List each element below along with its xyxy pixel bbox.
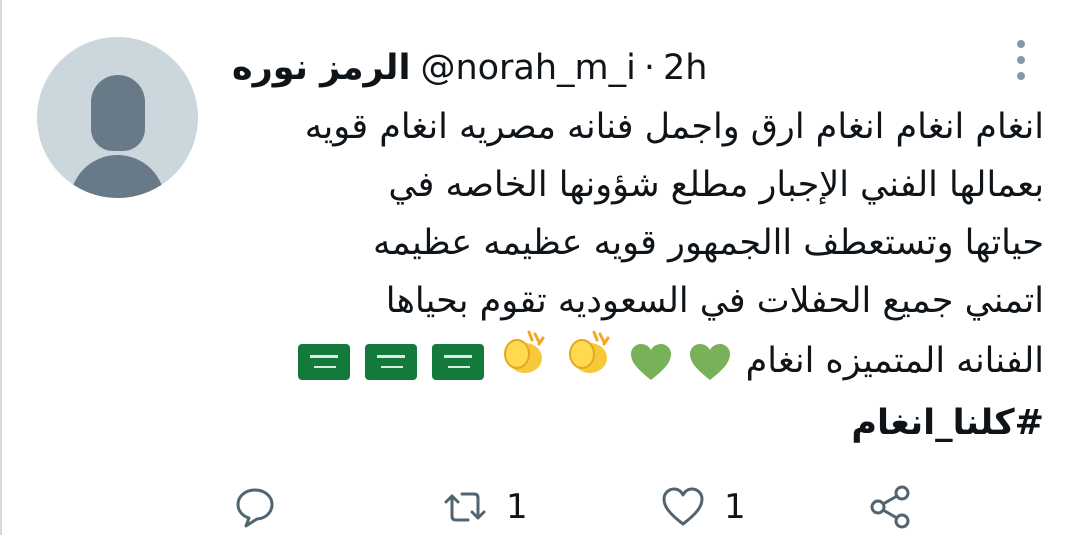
- reply-icon: [236, 488, 274, 528]
- hashtag-link[interactable]: #كلنا_انغام: [851, 403, 1044, 443]
- green-heart-icon: [629, 342, 673, 382]
- green-heart-icon: [688, 342, 732, 382]
- more-dot: [1017, 72, 1025, 80]
- hashtag-line: #كلنا_انغام: [232, 394, 1044, 452]
- tweet-line: اتمني جميع الحفلات في السعوديه تقوم بحيا…: [385, 281, 1044, 321]
- tweet-line-with-emojis: الفنانه المتميزه انغام: [232, 330, 1044, 394]
- more-options-icon[interactable]: [1010, 40, 1032, 80]
- tweet-line: انغام انغام انغام ارق واجمل فنانه مصريه …: [304, 107, 1044, 147]
- avatar[interactable]: [37, 37, 198, 198]
- retweet-count: 1: [506, 487, 528, 527]
- retweet-button[interactable]: 1: [442, 484, 528, 530]
- user-handle[interactable]: @norah_m_i: [420, 48, 635, 88]
- reply-button[interactable]: [232, 484, 296, 530]
- like-button[interactable]: 1: [660, 484, 746, 530]
- timestamp[interactable]: 2h: [663, 48, 707, 88]
- left-border: [0, 0, 2, 535]
- more-dot: [1017, 56, 1025, 64]
- saudi-flag-icon: [431, 344, 484, 380]
- separator-dot: ·: [643, 48, 656, 88]
- tweet-line: بعمالها الفني الإجبار مطلع شؤونها الخاصه…: [388, 165, 1044, 205]
- like-count: 1: [724, 487, 746, 527]
- clapping-hands-icon: [499, 330, 549, 394]
- tweet-text: انغام انغام انغام ارق واجمل فنانه مصريه …: [232, 98, 1044, 452]
- clapping-hands-icon: [564, 330, 614, 394]
- share-button[interactable]: [868, 484, 914, 530]
- heart-outline-icon: [662, 487, 704, 526]
- retweet-icon: [444, 492, 486, 522]
- avatar-shoulders-shape: [70, 155, 165, 198]
- tweet-actions: 1 1: [232, 482, 932, 532]
- tweet-line: الفنانه المتميزه انغام: [745, 341, 1044, 381]
- saudi-flag-icon: [297, 344, 350, 380]
- saudi-flag-icon: [364, 344, 417, 380]
- display-name[interactable]: الرمز نوره: [232, 48, 410, 88]
- more-dot: [1017, 40, 1025, 48]
- share-icon: [870, 485, 910, 529]
- tweet-line: حياتها وتستعطف االجمهور قويه عظيمه عظيمه: [373, 223, 1044, 263]
- avatar-head-shape: [91, 75, 145, 151]
- tweet-header: الرمز نوره @norah_m_i · 2h: [232, 40, 707, 96]
